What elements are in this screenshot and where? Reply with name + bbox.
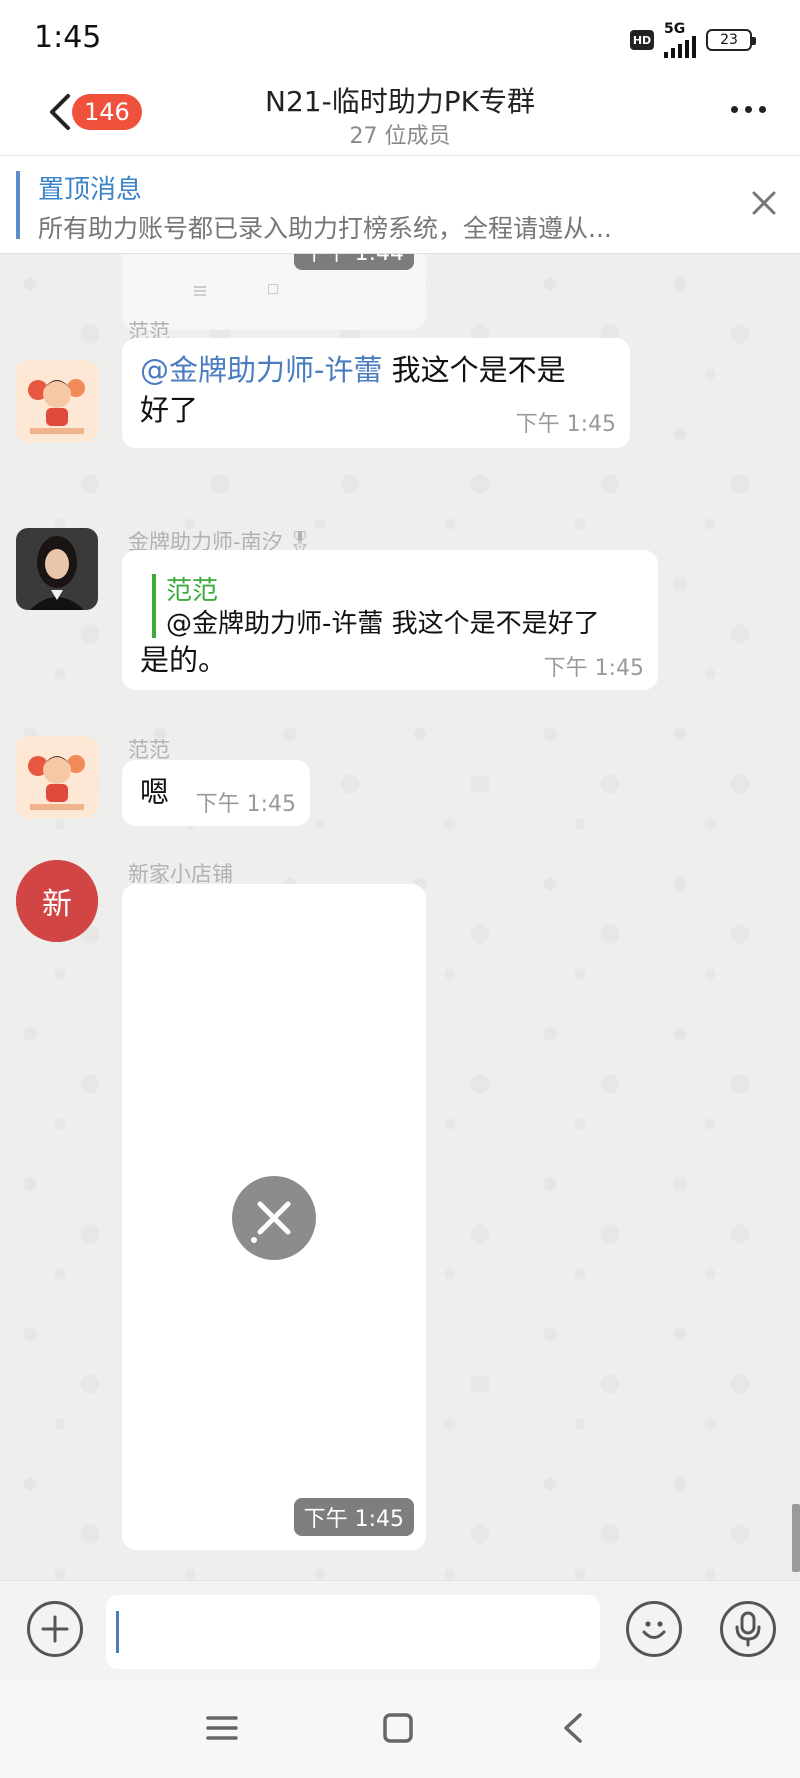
quote-text: @金牌助力师-许蕾 我这个是不是好了	[166, 609, 600, 639]
signal-bars-icon	[664, 36, 696, 58]
message-text: 嗯	[140, 775, 170, 809]
pinned-accent-bar	[16, 171, 20, 239]
plus-icon	[41, 1615, 69, 1643]
message-input[interactable]	[106, 1595, 600, 1669]
menu-icon	[194, 286, 206, 288]
text-message[interactable]: 嗯 下午 1:45	[122, 760, 310, 826]
avatar-text: 新	[16, 860, 98, 942]
quote-accent-bar	[152, 574, 156, 638]
battery-icon: 23	[706, 29, 756, 51]
avatar[interactable]	[16, 736, 98, 818]
battery-level: 23	[720, 32, 738, 48]
close-icon[interactable]	[748, 187, 780, 219]
emoji-icon	[642, 1621, 666, 1639]
member-count[interactable]: 27 位成员	[0, 118, 800, 150]
scrollbar[interactable]	[792, 1504, 800, 1572]
chat-messages[interactable]: 下午 1:44 范范 @金牌助力师-许蕾 我这个是不是好了 下午 1:45	[0, 254, 800, 1580]
mention[interactable]: @金牌助力师-许蕾	[140, 353, 382, 387]
text-cursor	[116, 1611, 119, 1653]
portrait-avatar-icon	[16, 528, 98, 610]
input-bar	[0, 1580, 800, 1680]
signal-icon: 5G	[664, 22, 696, 58]
message-text: 是的。	[140, 643, 228, 677]
message-time: 下午 1:45	[543, 656, 644, 681]
microphone-icon	[735, 1611, 761, 1647]
status-time: 1:45	[34, 20, 102, 55]
chat-header: 146 N21-临时助力PK专群 27 位成员	[0, 72, 800, 156]
voice-button[interactable]	[720, 1601, 776, 1657]
avatar[interactable]	[16, 528, 98, 610]
pinned-title: 置顶消息	[38, 175, 143, 205]
pinned-message[interactable]: 置顶消息 所有助力账号都已录入助力打榜系统，全程请遵从...	[0, 157, 800, 254]
avatar[interactable]: 新	[16, 860, 98, 942]
emoji-button[interactable]	[626, 1601, 682, 1657]
avatar[interactable]	[16, 360, 98, 442]
home-icon	[268, 284, 278, 294]
system-nav-bar	[0, 1680, 800, 1778]
cartoon-avatar-icon	[16, 360, 98, 442]
message-time: 下午 1:45	[515, 412, 616, 437]
cartoon-avatar-icon	[16, 736, 98, 818]
message-time: 下午 1:45	[293, 1498, 414, 1536]
pinned-text: 所有助力账号都已录入助力打榜系统，全程请遵从...	[38, 214, 612, 243]
home-icon[interactable]	[380, 1710, 416, 1746]
message-time: 下午 1:45	[195, 792, 296, 817]
status-bar: 1:45 HD 5G 23	[0, 0, 800, 72]
menu-icon[interactable]	[204, 1710, 240, 1746]
more-icon	[731, 106, 738, 113]
image-message[interactable]: 下午 1:45	[122, 884, 426, 1550]
reply-message[interactable]: 范范 @金牌助力师-许蕾 我这个是不是好了 是的。 下午 1:45	[122, 550, 658, 690]
network-type: 5G	[664, 21, 686, 37]
add-button[interactable]	[27, 1601, 83, 1657]
hd-icon: HD	[630, 30, 654, 50]
status-icons: HD 5G 23	[630, 22, 756, 58]
text-message[interactable]: @金牌助力师-许蕾 我这个是不是 好了 下午 1:45	[122, 338, 630, 448]
quote-sender: 范范	[166, 576, 219, 606]
back-icon[interactable]	[556, 1710, 592, 1746]
load-failed-icon[interactable]	[232, 1176, 316, 1260]
message-time: 下午 1:44	[293, 254, 414, 270]
more-button[interactable]	[731, 106, 766, 113]
chat-title[interactable]: N21-临时助力PK专群	[0, 80, 800, 120]
